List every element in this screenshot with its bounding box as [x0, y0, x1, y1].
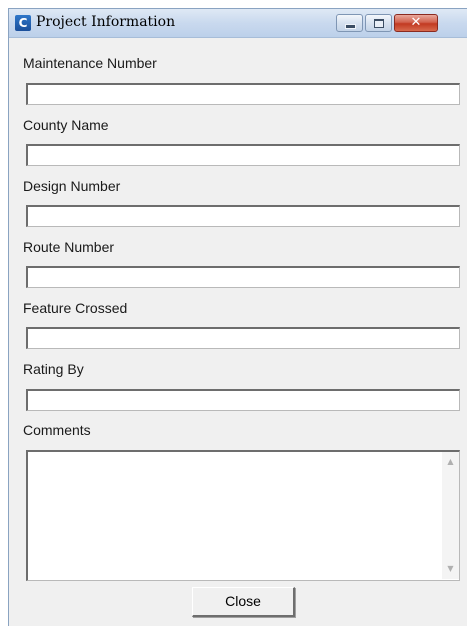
scroll-up-icon[interactable]: ▲ — [442, 454, 459, 470]
feature-crossed-input[interactable] — [26, 327, 460, 349]
window-title: Project Information — [36, 14, 176, 30]
close-button[interactable]: Close — [192, 587, 295, 617]
maximize-icon — [374, 19, 384, 28]
rating-by-input[interactable] — [26, 389, 460, 411]
window-close-button[interactable]: ✕ — [394, 14, 438, 32]
rating-by-label: Rating By — [23, 361, 84, 377]
route-number-label: Route Number — [23, 239, 115, 255]
design-number-label: Design Number — [23, 178, 121, 194]
maintenance-number-label: Maintenance Number — [23, 55, 157, 71]
app-c-icon: C — [15, 15, 31, 31]
maximize-button[interactable] — [365, 14, 392, 32]
close-icon: ✕ — [410, 15, 422, 30]
route-number-input[interactable] — [26, 266, 460, 288]
county-name-label: County Name — [23, 117, 109, 133]
design-number-input[interactable] — [26, 205, 460, 227]
minimize-icon — [345, 24, 356, 29]
project-information-window: C Project Information ✕ Maintenance Numb… — [8, 8, 467, 626]
comments-box: ▲ ▼ — [26, 450, 460, 581]
title-bar[interactable]: C Project Information ✕ — [9, 9, 467, 38]
comments-label: Comments — [23, 422, 91, 438]
maintenance-number-input[interactable] — [26, 83, 460, 105]
scroll-down-icon[interactable]: ▼ — [442, 561, 459, 577]
county-name-input[interactable] — [26, 144, 460, 166]
feature-crossed-label: Feature Crossed — [23, 300, 128, 316]
minimize-button[interactable] — [336, 14, 363, 32]
comments-textarea[interactable] — [28, 452, 442, 579]
comments-scrollbar[interactable]: ▲ ▼ — [442, 452, 459, 579]
